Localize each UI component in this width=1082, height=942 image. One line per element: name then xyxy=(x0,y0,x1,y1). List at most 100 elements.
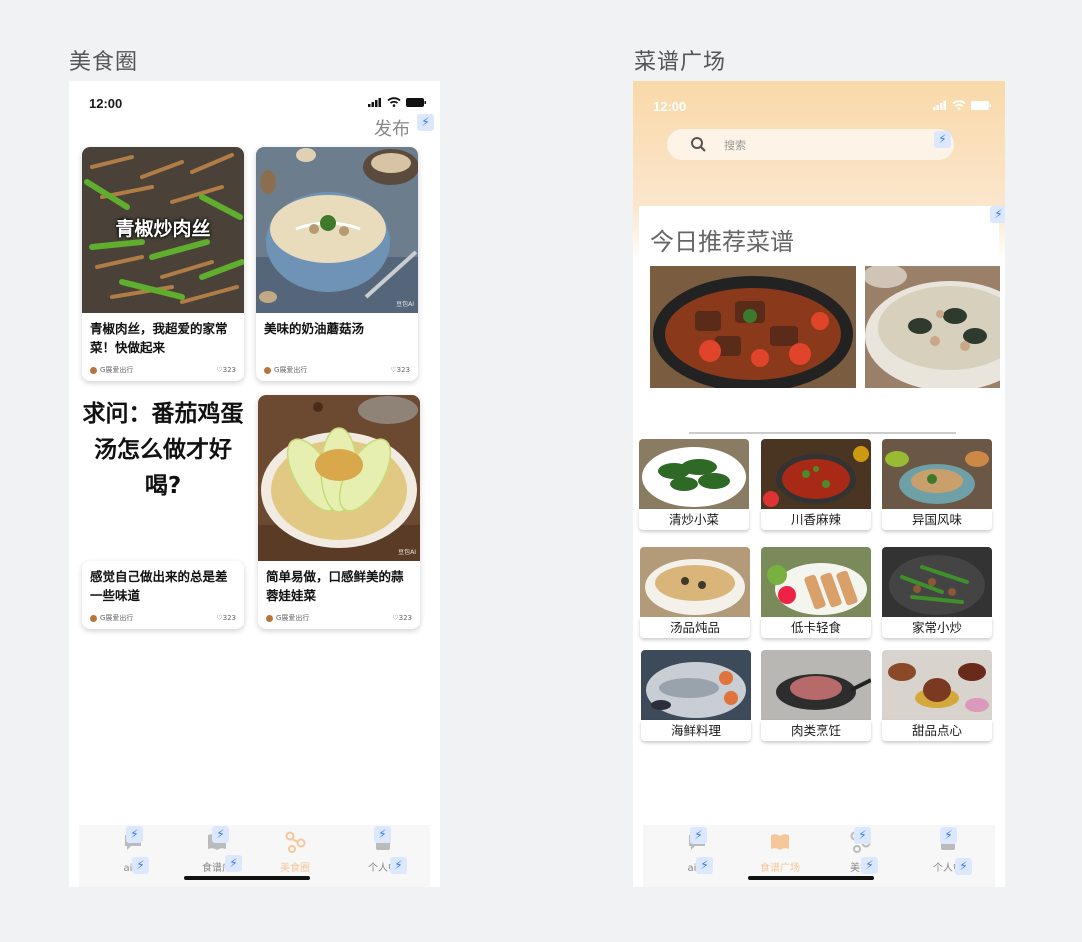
category-label: 低卡轻食 xyxy=(761,617,871,638)
frame-title-feed: 美食圈 xyxy=(69,50,139,75)
frame-title-recipes: 菜谱广场 xyxy=(634,50,727,75)
cabbage-dish-image xyxy=(258,395,420,561)
today-title: 今日推荐菜谱 xyxy=(650,228,794,256)
wifi-icon xyxy=(952,100,966,110)
post-author: G展爱出行 xyxy=(100,614,134,622)
search-input[interactable]: 搜索 xyxy=(724,137,746,153)
category-label: 肉类烹饪 xyxy=(761,720,871,741)
image-watermark: 豆包AI xyxy=(396,301,414,308)
like-count-row[interactable]: ♡323 xyxy=(390,366,410,374)
category-image xyxy=(882,439,992,509)
signal-icon xyxy=(933,101,946,110)
category-image xyxy=(640,547,750,617)
tab-feed-active[interactable]: 美食圈 xyxy=(255,831,335,874)
bolt-icon: ⚡ xyxy=(696,857,713,874)
image-watermark: 豆包AI xyxy=(398,549,416,556)
category-label: 异国风味 xyxy=(882,509,992,530)
image-caption: 青椒炒肉丝 xyxy=(115,218,211,240)
question-text: 求问：番茄鸡蛋汤怎么做才好喝? xyxy=(82,401,244,499)
avatar xyxy=(264,366,271,374)
bolt-icon: ⚡ xyxy=(417,114,434,131)
bolt-icon: ⚡ xyxy=(132,857,149,874)
category-tile[interactable]: 家常小炒 xyxy=(882,547,992,638)
like-count: 323 xyxy=(222,614,236,622)
like-count: 323 xyxy=(396,366,410,374)
category-label: 川香麻辣 xyxy=(761,509,871,530)
post-card[interactable]: 豆包AI 简单易做，口感鲜美的蒜蓉娃娃菜 G展爱出行 ♡323 xyxy=(258,395,420,629)
bolt-icon: ⚡ xyxy=(861,857,878,874)
mushroom-soup-image xyxy=(256,147,418,313)
status-time: 12:00 xyxy=(89,96,123,111)
search-icon xyxy=(691,137,706,152)
tab-label: 美食圈 xyxy=(280,863,310,874)
bolt-icon: ⚡ xyxy=(940,827,957,844)
category-tile[interactable]: 清炒小菜 xyxy=(639,439,749,530)
category-image xyxy=(641,650,751,720)
scroll-indicator xyxy=(689,432,956,434)
category-image xyxy=(761,439,871,509)
post-author: G展爱出行 xyxy=(100,366,134,374)
post-author: G展爱出行 xyxy=(276,614,310,622)
post-author: G展爱出行 xyxy=(274,366,308,374)
category-image xyxy=(761,650,871,720)
like-count-row[interactable]: ♡323 xyxy=(216,366,236,374)
category-tile[interactable]: 肉类烹饪 xyxy=(761,650,871,741)
category-image xyxy=(882,547,992,617)
category-tile[interactable]: 汤品炖品 xyxy=(640,547,750,638)
like-count: 323 xyxy=(398,614,412,622)
bolt-icon: ⚡ xyxy=(390,857,407,874)
bolt-icon: ⚡ xyxy=(934,131,951,148)
post-meta: G展爱出行 ♡323 xyxy=(90,613,236,623)
home-indicator xyxy=(184,876,310,880)
publish-button[interactable]: 发布 xyxy=(374,115,410,141)
category-label: 清炒小菜 xyxy=(639,509,749,530)
phone-recipes: 12:00 搜索 ⚡ 今日推荐菜谱 ⚡ 清炒小菜 川香麻辣 异国风味 汤品炖品 … xyxy=(633,81,1005,887)
avatar xyxy=(90,366,97,374)
battery-icon xyxy=(971,101,991,110)
category-label: 海鲜料理 xyxy=(641,720,751,741)
post-meta: G展爱出行 ♡323 xyxy=(90,365,236,375)
tab-recipes-active[interactable]: 食谱广场 xyxy=(740,831,820,874)
post-title: 青椒肉丝，我超爱的家常菜！快做起来 xyxy=(90,321,228,355)
signal-icon xyxy=(368,98,381,107)
category-tile[interactable]: 低卡轻食 xyxy=(761,547,871,638)
bolt-icon: ⚡ xyxy=(955,858,972,875)
home-indicator xyxy=(748,876,874,880)
beef-stew-image[interactable] xyxy=(650,266,856,388)
share-nodes-icon xyxy=(285,831,306,853)
bolt-icon: ⚡ xyxy=(212,826,229,843)
category-image xyxy=(761,547,871,617)
avatar xyxy=(266,614,273,622)
post-card[interactable]: 青椒炒肉丝 青椒肉丝，我超爱的家常菜！快做起来 G展爱出行 ♡323 xyxy=(82,147,244,381)
search-bar[interactable]: 搜索 xyxy=(667,129,954,160)
post-card[interactable]: 豆包AI 美味的奶油蘑菇汤 G展爱出行 ♡323 xyxy=(256,147,418,381)
like-count-row[interactable]: ♡323 xyxy=(392,614,412,622)
post-title: 简单易做，口感鲜美的蒜蓉娃娃菜 xyxy=(266,569,404,603)
bolt-icon: ⚡ xyxy=(990,206,1005,223)
category-tile[interactable]: 川香麻辣 xyxy=(761,439,871,530)
book-icon xyxy=(771,834,789,850)
bolt-icon: ⚡ xyxy=(374,826,391,843)
bolt-icon: ⚡ xyxy=(126,826,143,843)
tab-label: 食谱广场 xyxy=(760,863,800,874)
category-tile[interactable]: 海鲜料理 xyxy=(641,650,751,741)
status-time: 12:00 xyxy=(653,99,687,114)
battery-icon xyxy=(406,98,426,107)
like-count: 323 xyxy=(222,366,236,374)
category-label: 汤品炖品 xyxy=(640,617,750,638)
avatar xyxy=(90,614,97,622)
category-image xyxy=(882,650,992,720)
like-count-row[interactable]: ♡323 xyxy=(216,614,236,622)
post-card[interactable]: 感觉自己做出来的总是差一些味道 G展爱出行 ♡323 xyxy=(82,561,244,629)
status-icons xyxy=(933,100,991,110)
status-bar: 12:00 xyxy=(633,81,1005,125)
post-title: 感觉自己做出来的总是差一些味道 xyxy=(90,569,228,603)
category-label: 甜品点心 xyxy=(882,720,992,741)
congee-image[interactable] xyxy=(865,266,1000,388)
bolt-icon: ⚡ xyxy=(690,827,707,844)
category-label: 家常小炒 xyxy=(882,617,992,638)
category-tile[interactable]: 异国风味 xyxy=(882,439,992,530)
category-tile[interactable]: 甜品点心 xyxy=(882,650,992,741)
post-title: 美味的奶油蘑菇汤 xyxy=(264,321,365,336)
phone-feed: 12:00 发布 ⚡ 青椒炒肉丝 青椒肉丝，我超爱的家常菜！快做起来 G展爱出行 xyxy=(69,81,440,887)
